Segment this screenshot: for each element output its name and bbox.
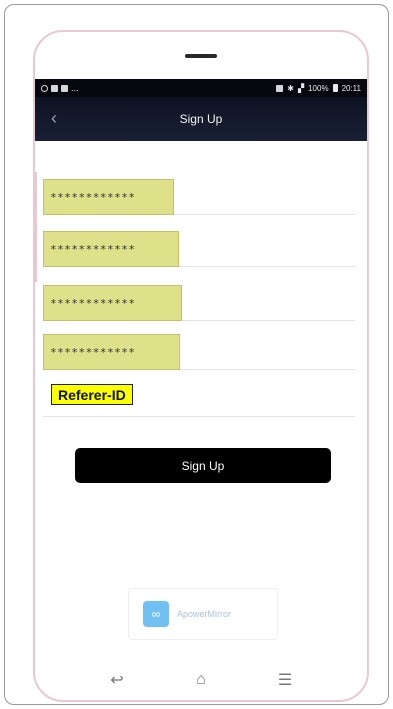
field-3-value: ************ [43,285,182,321]
field-1-value: ************ [43,179,174,215]
page-title: Sign Up [179,112,223,126]
sim-icon [276,84,284,92]
signup-field-3[interactable]: ************ [43,285,355,321]
chat-icon [61,84,68,92]
referer-underline [43,416,355,417]
menu-nav-icon[interactable]: ☰ [271,670,299,690]
signal-icon: ▞ [297,83,305,93]
back-nav-icon[interactable]: ↩ [103,670,131,690]
sign-up-button[interactable]: Sign Up [75,448,331,483]
status-time: 20:11 [341,83,361,93]
apowermirror-logo-icon: ∞ [143,601,169,627]
status-right: ✱ ▞ 100% 20:11 [276,84,361,93]
message-icon [51,84,58,92]
field-2-value: ************ [43,231,179,267]
chevron-left-icon[interactable]: ‹ [51,109,57,127]
signup-field-2[interactable]: ************ [43,231,355,267]
speaker-slot [185,54,217,58]
signup-field-4[interactable]: ************ [43,334,355,370]
watermark-text: ApowerMirror [177,609,232,619]
app-bar: ‹ Sign Up [35,97,367,141]
whatsapp-icon [41,84,48,92]
bluetooth-icon: ✱ [287,83,294,93]
system-nav-bar: ↩ ⌂ ☰ [35,660,367,700]
phone-frame: ... ✱ ▞ 100% 20:11 ‹ Sign Up ***********… [33,30,369,702]
watermark: ∞ ApowerMirror [128,588,278,640]
home-nav-icon[interactable]: ⌂ [187,671,215,689]
signup-field-1[interactable]: ************ [43,179,355,215]
status-left: ... [41,83,79,93]
side-accent [35,172,37,282]
field-4-value: ************ [43,334,180,370]
referer-id-field[interactable]: Referer-ID [51,384,133,405]
battery-percent: 100% [308,83,329,93]
status-bar: ... ✱ ▞ 100% 20:11 [35,79,367,97]
status-more: ... [71,83,79,93]
battery-icon [332,84,338,92]
